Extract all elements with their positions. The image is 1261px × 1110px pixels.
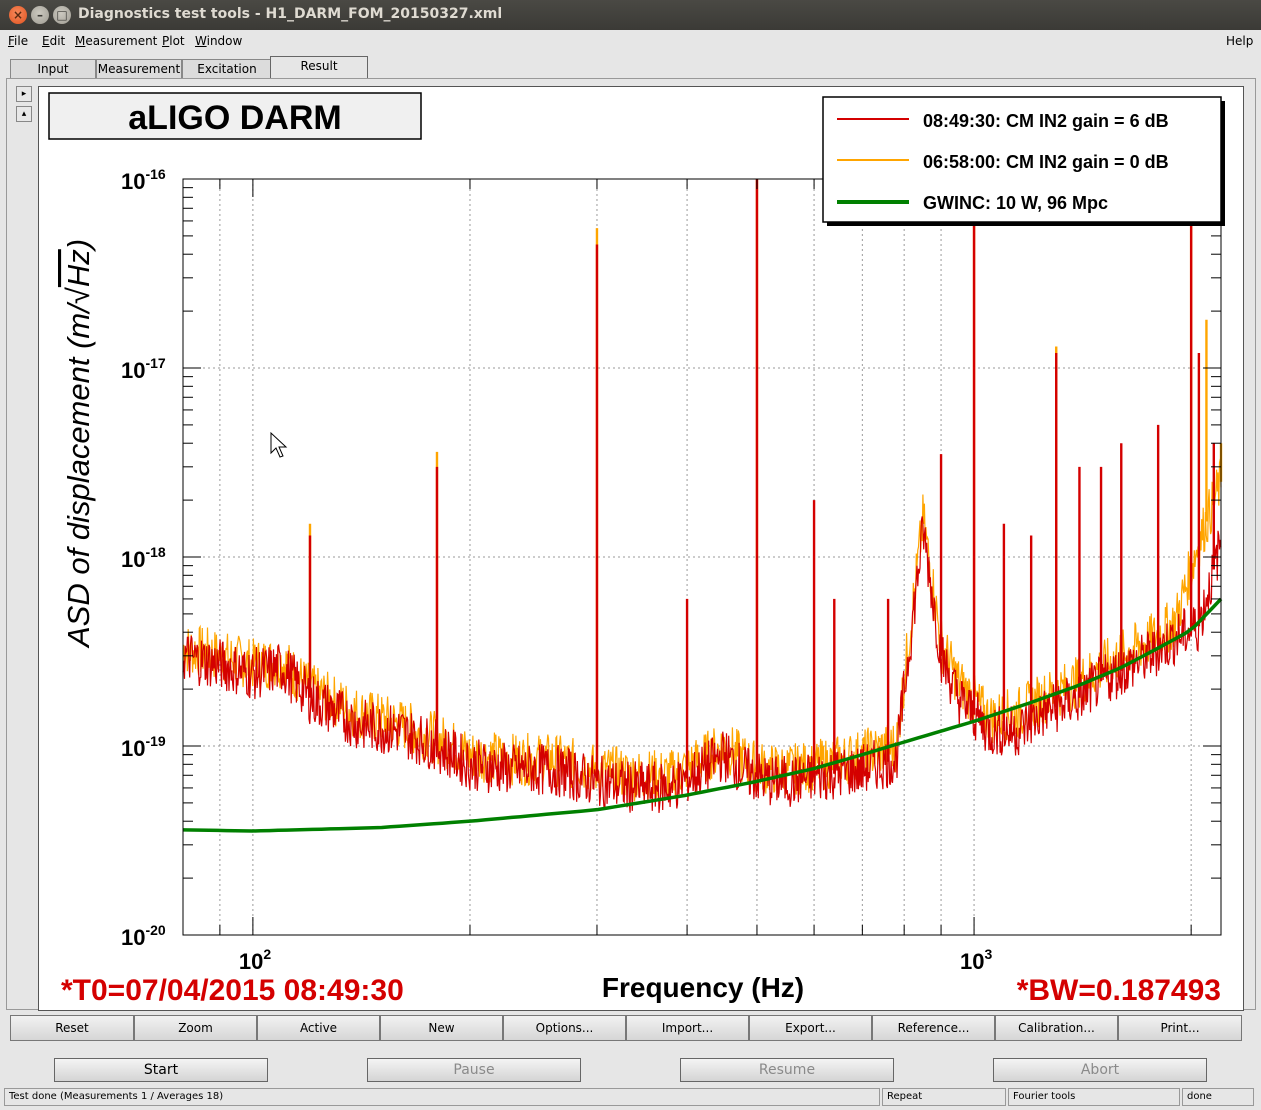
y-tick-label: 10-19 [121, 733, 166, 761]
scroll-up-arrow-icon[interactable]: ▴ [16, 106, 32, 122]
x-tick-label: 102 [239, 946, 271, 974]
abort-button[interactable]: Abort [993, 1058, 1207, 1082]
new-button[interactable]: New [380, 1015, 503, 1041]
close-window-button[interactable]: × [9, 6, 27, 24]
menu-window[interactable]: Window [195, 34, 242, 48]
asd-chart: 102 103 10-16 10-17 10-18 10-19 10-20 aLIGO DA… [48, 92, 1225, 1007]
legend-entry-orange: 06:58:00: CM IN2 gain = 0 dB [923, 152, 1169, 172]
window-title: Diagnostics test tools - H1_DARM_FOM_201… [78, 6, 503, 22]
sqrt-sign-icon: √ [61, 287, 96, 304]
plot-controls: Reset Zoom Active New Options... Import.… [10, 1015, 1242, 1041]
menu-file[interactable]: File [8, 34, 28, 48]
scroll-right-arrow-icon[interactable]: ▸ [16, 86, 32, 102]
x-axis-label: Frequency (Hz) [602, 972, 804, 1003]
reset-button[interactable]: Reset [10, 1015, 134, 1041]
legend-entry-red: 08:49:30: CM IN2 gain = 6 dB [923, 111, 1169, 131]
resume-button[interactable]: Resume [680, 1058, 894, 1082]
action-bar: Start Pause Resume Abort [0, 1052, 1261, 1084]
y-tick-label: 10-18 [121, 544, 166, 572]
plot-canvas[interactable]: 102 103 10-16 10-17 10-18 10-19 10-20 aLIGO DA… [38, 86, 1244, 1011]
import-button[interactable]: Import... [626, 1015, 749, 1041]
y-tick-label: 10-17 [121, 355, 166, 383]
y-axis-label-group: ASD of displacement (m/√Hz) [61, 239, 96, 649]
menu-edit[interactable]: Edit [42, 34, 65, 48]
status-bar: Test done (Measurements 1 / Averages 18)… [0, 1088, 1261, 1108]
minimize-window-button[interactable]: – [31, 6, 49, 24]
window-titlebar: × – □ Diagnostics test tools - H1_DARM_F… [0, 0, 1261, 30]
menu-help[interactable]: Help [1226, 34, 1253, 48]
chart-title: aLIGO DARM [128, 99, 341, 137]
status-mode: Repeat [882, 1088, 1006, 1106]
label-layer: 102 103 10-16 10-17 10-18 10-19 10-20 [121, 166, 993, 974]
grid-layer [182, 179, 1221, 936]
active-button[interactable]: Active [257, 1015, 380, 1041]
reference-button[interactable]: Reference... [872, 1015, 995, 1041]
pause-button[interactable]: Pause [367, 1058, 581, 1082]
print-button[interactable]: Print... [1118, 1015, 1242, 1041]
tab-excitation[interactable]: Excitation [182, 59, 272, 79]
y-axis-label: ASD of displacement (m/√Hz) [61, 239, 96, 649]
tab-result[interactable]: Result [270, 56, 368, 80]
status-tool: Fourier tools [1008, 1088, 1180, 1106]
series-layer [182, 179, 1223, 833]
mouse-cursor-icon [270, 431, 288, 458]
legend: 08:49:30: CM IN2 gain = 6 dB 06:58:00: C… [822, 96, 1225, 226]
t0-annotation: *T0=07/04/2015 08:49:30 [61, 974, 404, 1007]
export-button[interactable]: Export... [749, 1015, 872, 1041]
menu-measurement[interactable]: Measurement [75, 34, 157, 48]
maximize-window-button[interactable]: □ [53, 6, 71, 24]
start-button[interactable]: Start [54, 1058, 268, 1082]
menu-plot[interactable]: Plot [162, 34, 185, 48]
status-message: Test done (Measurements 1 / Averages 18) [4, 1088, 880, 1106]
legend-entry-green: GWINC: 10 W, 96 Mpc [923, 193, 1108, 213]
bw-annotation: *BW=0.187493 [1017, 974, 1221, 1007]
status-state: done [1182, 1088, 1254, 1106]
zoom-button[interactable]: Zoom [134, 1015, 257, 1041]
calibration-button[interactable]: Calibration... [995, 1015, 1118, 1041]
options-button[interactable]: Options... [503, 1015, 626, 1041]
tab-measurement[interactable]: Measurement [96, 59, 182, 79]
tab-bar: Input Measurement Excitation Result [0, 56, 1261, 80]
tab-input[interactable]: Input [10, 59, 96, 79]
menu-bar: File Edit Measurement Plot Window Help [0, 30, 1261, 54]
x-tick-label: 103 [960, 946, 992, 974]
y-tick-label: 10-20 [121, 922, 166, 950]
y-tick-label: 10-16 [121, 166, 166, 194]
